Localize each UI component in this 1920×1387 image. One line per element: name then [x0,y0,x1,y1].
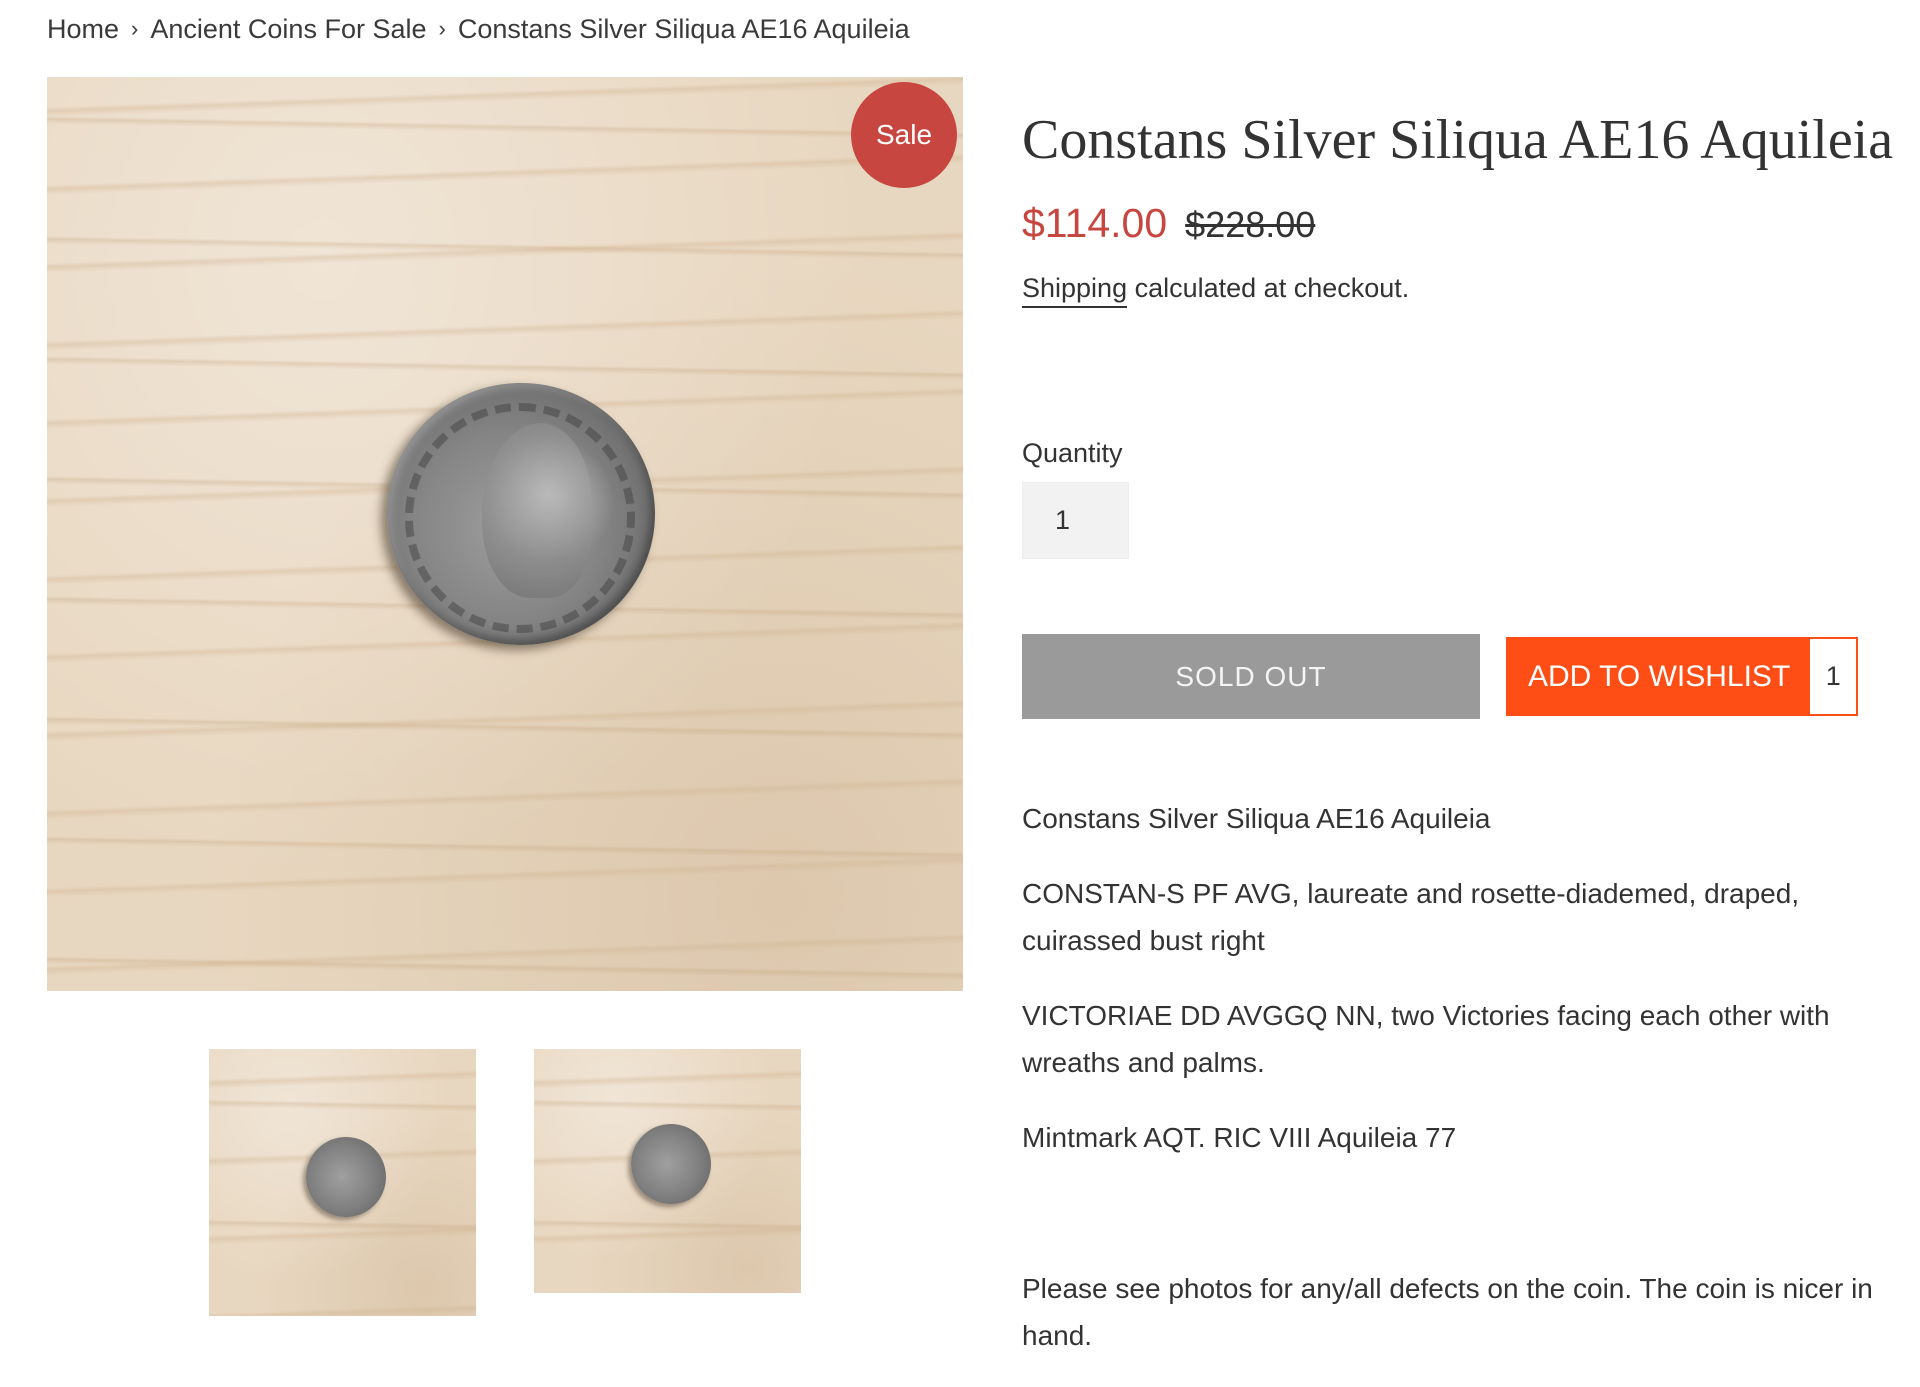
description-paragraph: Mintmark AQT. RIC VIII Aquileia 77 [1022,1122,1457,1153]
product-title: Constans Silver Siliqua AE16 Aquileia [1022,109,1894,171]
quantity-input[interactable] [1022,482,1129,559]
shipping-note: Shipping calculated at checkout. [1022,273,1410,308]
sale-price: $114.00 [1022,200,1168,246]
breadcrumb-separator: › [131,16,139,41]
description-paragraph: CONSTAN-S PF AVG, laureate and rosette-d… [1022,878,1800,956]
price-row: $114.00 $228.00 [1022,200,1315,247]
thumbnail-reverse[interactable] [534,1049,801,1293]
quantity-label: Quantity [1022,438,1123,468]
breadcrumb-current: Constans Silver Siliqua AE16 Aquileia [457,14,910,44]
breadcrumb-separator: › [438,16,446,41]
sale-badge: Sale [851,82,957,188]
shipping-text: calculated at checkout. [1127,273,1410,303]
shipping-link[interactable]: Shipping [1022,273,1128,308]
breadcrumb-collection-link[interactable]: Ancient Coins For Sale [150,14,426,44]
coin-thumbnail-obverse [306,1137,386,1217]
coin-obverse [387,383,655,645]
main-product-image[interactable] [47,77,963,991]
coin-bust [482,423,592,598]
add-to-wishlist-button[interactable]: ADD TO WISHLIST [1508,639,1811,714]
compare-at-price: $228.00 [1185,204,1316,245]
breadcrumb: Home › Ancient Coins For Sale › Constans Sil… [47,14,910,45]
wishlist-count: 1 [1810,639,1857,714]
description-paragraph: VICTORIAE DD AVGGQ NN, two Victories fac… [1022,1000,1830,1078]
breadcrumb-home-link[interactable]: Home [47,14,119,44]
thumbnail-obverse[interactable] [209,1049,476,1316]
description-paragraph: Please see photos for any/all defects on… [1022,1273,1873,1351]
product-description: Constans Silver Siliqua AE16 Aquileia CO… [1022,795,1912,1387]
description-paragraph: Constans Silver Siliqua AE16 Aquileia [1022,803,1491,834]
coin-thumbnail-reverse [631,1124,711,1204]
wishlist-widget: ADD TO WISHLIST 1 [1506,637,1859,716]
sold-out-button[interactable]: Sold Out [1022,634,1480,719]
